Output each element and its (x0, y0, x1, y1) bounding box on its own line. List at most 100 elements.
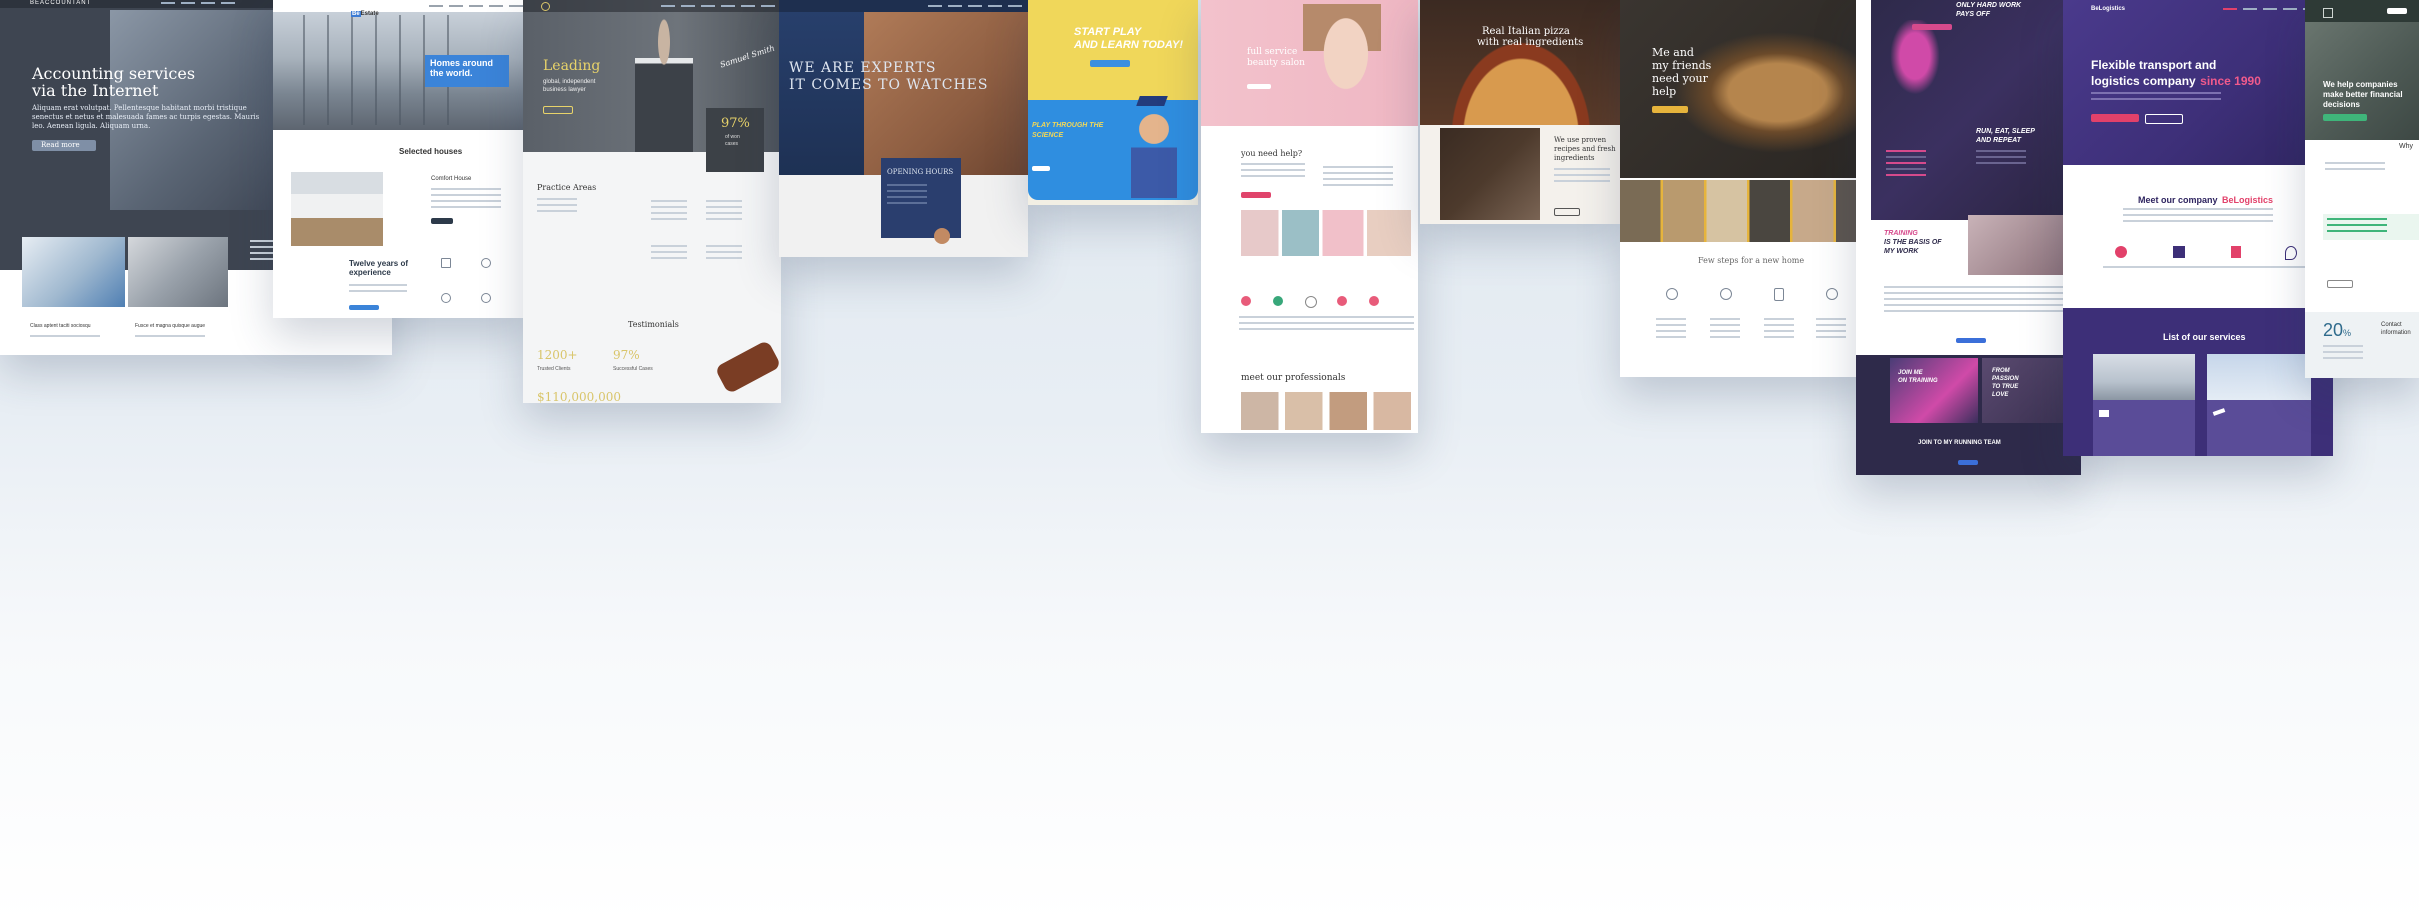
realestate-listing-button[interactable] (431, 218, 453, 224)
template-card-finance[interactable]: We help companies make better financial … (2305, 0, 2419, 378)
beauty-hero-1: full service (1247, 47, 1298, 57)
realestate-feature-icon (481, 258, 491, 268)
finance-nav-button[interactable] (2387, 8, 2407, 14)
menu-icon[interactable] (2323, 8, 2333, 18)
beauty-help-button[interactable] (1241, 192, 1271, 198)
lawyer-portrait (635, 18, 693, 152)
watches-hero-title-2: IT COMES TO WATCHES (789, 77, 989, 93)
template-card-pizza[interactable]: Real Italian pizza with real ingredients… (1420, 0, 1622, 224)
accounting-post-1-title[interactable]: Class aptent taciti sociosqu (30, 323, 91, 329)
fitness-team-button[interactable] (1958, 460, 1978, 465)
fitness-hero-1: ONLY HARD WORK (1956, 2, 2022, 9)
pizza-recipes-3: ingredients (1554, 154, 1595, 162)
realestate-nav[interactable] (423, 5, 523, 9)
finance-hero-3: decisions (2323, 100, 2360, 109)
lawyer-testimonials-title: Testimonials (628, 320, 679, 329)
template-card-logistics[interactable]: BeLogistics Flexible transport and logis… (2063, 0, 2333, 456)
lawyer-stat-1-label: Trusted Clients (537, 366, 571, 372)
accounting-post-2-title[interactable]: Fusce et magna quisque augue (135, 323, 205, 329)
finance-more-button[interactable] (2327, 280, 2353, 288)
logistics-feature-icon (2285, 246, 2297, 260)
lawyer-stat-3: $110,000,000 (537, 390, 621, 403)
logistics-truck-image (2093, 354, 2195, 400)
lawyer-hero-button[interactable] (543, 106, 573, 114)
kids-science-1: PLAY THROUGH THE (1032, 122, 1104, 129)
lawyer-nav[interactable] (655, 5, 775, 9)
pizza-hero (1420, 0, 1622, 125)
lawyer-logo-icon[interactable] (541, 2, 550, 11)
beauty-service-icon (1273, 296, 1283, 306)
template-card-beauty[interactable]: full service beauty salon you need help?… (1201, 0, 1418, 433)
fitness-join-1: JOIN ME (1898, 370, 1923, 376)
beauty-portrait (1303, 4, 1381, 122)
kids-science-2: SCIENCE (1032, 132, 1064, 139)
pets-hero-3: need your (1652, 72, 1708, 85)
accounting-logo[interactable]: BEACCOUNTANT (30, 0, 91, 6)
logistics-logo[interactable]: BeLogistics (2091, 6, 2125, 12)
logistics-hero-button[interactable] (2091, 114, 2139, 122)
beauty-service-icon (1241, 296, 1251, 306)
beauty-service-icon (1337, 296, 1347, 306)
pets-hero-1: Me and (1652, 46, 1694, 59)
accounting-laptop-image (22, 237, 125, 307)
realestate-listing-title[interactable]: Comfort House (431, 176, 471, 182)
beauty-hero-2: beauty salon (1247, 58, 1305, 68)
realestate-feature-icon (441, 293, 451, 303)
fitness-run-2: AND REPEAT (1976, 137, 2021, 144)
watches-nav[interactable] (922, 5, 1022, 9)
search-icon (1666, 288, 1678, 300)
fitness-passion-3: TO TRUE (1992, 384, 2019, 390)
pets-strip (1620, 180, 1874, 242)
beauty-pros-title: meet our professionals (1241, 373, 1346, 383)
watches-hours-title: OPENING HOURS (887, 168, 954, 176)
logistics-feature-icon (2231, 246, 2241, 258)
finance-hero-button[interactable] (2323, 114, 2367, 121)
beauty-hero-button[interactable] (1247, 84, 1271, 89)
realestate-feature-icon (481, 293, 491, 303)
fitness-training-3: MY WORK (1884, 248, 1919, 255)
beauty-professionals (1241, 392, 1411, 430)
logistics-card[interactable] (2093, 400, 2195, 456)
finance-hero-2: make better financial (2323, 90, 2403, 99)
template-card-kids[interactable]: START PLAY AND LEARN TODAY! PLAY THROUGH… (1028, 0, 1198, 205)
pets-hero-button[interactable] (1652, 106, 1688, 113)
logistics-hero-2-line: logistics company since 1990 (2091, 74, 2261, 88)
fitness-passion-2: PASSION (1992, 376, 2019, 382)
logistics-hero-button-2[interactable] (2145, 114, 2183, 124)
template-card-fitness[interactable]: ONLY HARD WORK PAYS OFF RUN, EAT, SLEEP … (1856, 0, 2081, 475)
fitness-team-title: JOIN TO MY RUNNING TEAM (1918, 440, 2001, 446)
lawyer-percent: 97% (721, 116, 750, 131)
fitness-hero-2: PAYS OFF (1956, 11, 1990, 18)
pizza-hero-1: Real Italian pizza (1482, 26, 1570, 37)
realestate-more-button[interactable] (349, 305, 379, 310)
fitness-training-1: TRAINING (1884, 230, 1918, 237)
template-card-pets[interactable]: Me and my friends need your help Few ste… (1620, 0, 1874, 377)
accounting-read-more-button[interactable]: Read more (32, 140, 96, 151)
pizza-recipes-1: We use proven (1554, 136, 1607, 144)
beauty-service-icon (1305, 296, 1317, 308)
accounting-nav[interactable] (155, 2, 235, 6)
pets-steps-title: Few steps for a new home (1698, 256, 1805, 265)
fitness-join-2: ON TRAINING (1898, 378, 1938, 384)
realestate-logo[interactable]: BeEstate (351, 2, 379, 17)
pizza-more-button[interactable] (1554, 208, 1580, 216)
template-card-realestate[interactable]: BeEstate Homes around the world. Selecte… (273, 0, 529, 318)
logistics-nav[interactable] (2217, 8, 2317, 12)
kids-boy-image (1131, 106, 1177, 198)
pizza-ingredients-image (1440, 128, 1540, 220)
realestate-years-1: Twelve years of (349, 259, 408, 268)
template-card-lawyer[interactable]: Leading global, independent business law… (523, 0, 781, 403)
kids-cta-button[interactable] (1090, 60, 1130, 67)
fitness-hero-button[interactable] (1912, 24, 1952, 30)
beauty-help-title: you need help? (1241, 149, 1303, 158)
template-card-watches[interactable]: WE ARE EXPERTS IT COMES TO WATCHES OPENI… (779, 0, 1028, 257)
beauty-gallery (1241, 210, 1411, 256)
accounting-headline-2: via the Internet (32, 81, 159, 100)
fitness-passion-4: LOVE (1992, 392, 2009, 398)
fitness-training-2: IS THE BASIS OF (1884, 239, 1942, 246)
fitness-more-button[interactable] (1956, 338, 1986, 343)
realestate-hero-title-1: Homes around (430, 58, 494, 68)
logistics-meet-line: Meet our company BeLogistics (2138, 195, 2273, 205)
kids-science-button[interactable] (1032, 166, 1050, 171)
realestate-section-title: Selected houses (399, 147, 463, 156)
